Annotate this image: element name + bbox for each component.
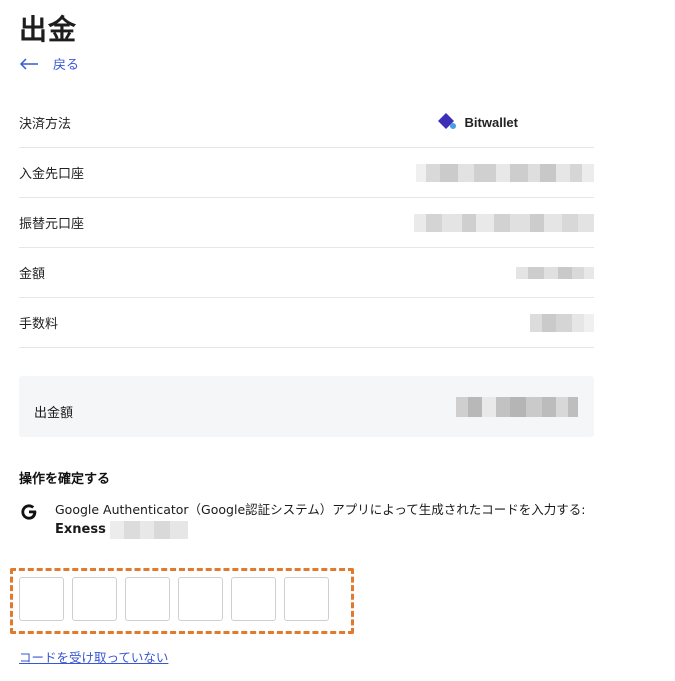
- withdrawal-details: 決済方法 Bitwallet 入金先口座 振替元口座 金額 手数料: [19, 98, 594, 348]
- detail-label: 金額: [19, 267, 46, 282]
- back-link[interactable]: 戻る: [19, 54, 79, 73]
- otp-digit-6[interactable]: [284, 577, 329, 621]
- arrow-left-icon: [19, 57, 39, 70]
- otp-digit-1[interactable]: [19, 577, 64, 621]
- page-title: 出金: [19, 13, 78, 46]
- detail-row-deposit-account: 入金先口座: [19, 148, 594, 198]
- resend-code-link[interactable]: コードを受け取っていない: [19, 647, 168, 666]
- redacted-value: [109, 521, 188, 539]
- detail-label: 入金先口座: [19, 167, 85, 182]
- otp-digit-4[interactable]: [178, 577, 223, 621]
- redacted-value: [516, 266, 594, 279]
- wallet-name: Bitwallet: [464, 115, 518, 130]
- redacted-value: [414, 213, 594, 232]
- google-g-icon: [19, 502, 39, 540]
- otp-digit-3[interactable]: [125, 577, 170, 621]
- detail-label: 手数料: [19, 317, 59, 332]
- detail-label: 振替元口座: [19, 217, 85, 232]
- account-name-prefix: Exness: [55, 522, 106, 537]
- detail-label: 決済方法: [19, 117, 72, 132]
- redacted-value: [530, 313, 594, 332]
- detail-row-amount: 金額: [19, 248, 594, 298]
- detail-row-source-account: 振替元口座: [19, 198, 594, 248]
- detail-row-payment-method: 決済方法 Bitwallet: [19, 98, 594, 148]
- payment-method-value: Bitwallet: [435, 111, 518, 135]
- otp-input-group: [19, 577, 329, 621]
- instruction-text: Google Authenticator（Google認証システム）アプリによっ…: [55, 502, 586, 517]
- back-label: 戻る: [53, 58, 80, 73]
- authenticator-instruction: Google Authenticator（Google認証システム）アプリによっ…: [19, 500, 585, 540]
- total-label: 出金額: [34, 406, 74, 421]
- redacted-value: [416, 163, 594, 182]
- withdrawal-total: 出金額: [19, 376, 594, 437]
- bitwallet-logo-icon: [435, 111, 457, 135]
- otp-digit-2[interactable]: [72, 577, 117, 621]
- detail-row-fee: 手数料: [19, 298, 594, 348]
- confirm-section-title: 操作を確定する: [19, 472, 111, 487]
- redacted-value: [456, 396, 578, 417]
- otp-digit-5[interactable]: [231, 577, 276, 621]
